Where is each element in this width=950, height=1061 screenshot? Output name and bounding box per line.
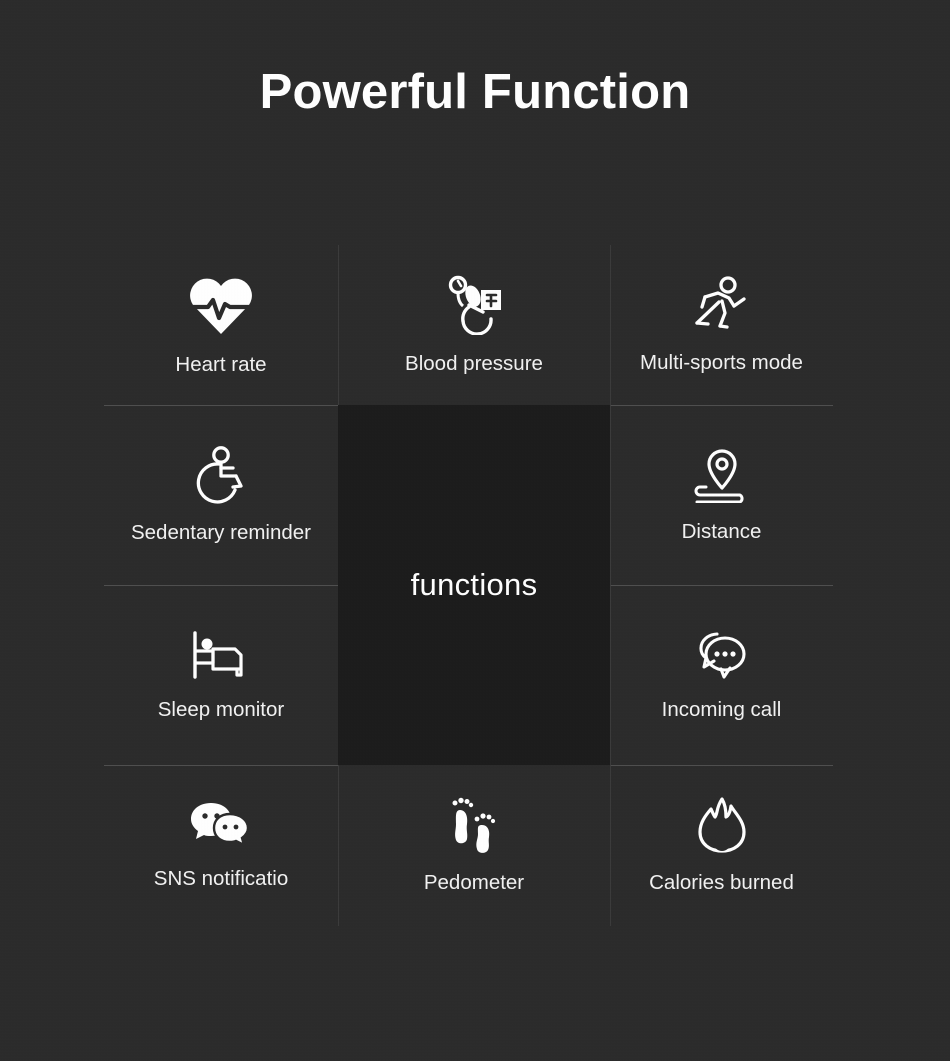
running-person-icon [692, 275, 752, 334]
flame-icon [695, 796, 749, 854]
grid-divider-horizontal [610, 585, 833, 586]
feature-label: Sedentary reminder [130, 520, 312, 544]
feature-cell-sns-notification[interactable]: SNS notificatio [104, 765, 338, 926]
feature-grid: Heart rate Blood pressure Multi-sports m… [104, 245, 833, 926]
feature-label: SNS notificatio [153, 867, 289, 890]
sphygmomanometer-icon [443, 275, 505, 335]
grid-divider-horizontal [610, 405, 833, 406]
grid-divider-vertical [610, 245, 611, 926]
grid-divider-horizontal [104, 405, 338, 406]
chat-bubbles-dots-icon [691, 629, 753, 681]
feature-label: Multi-sports mode [640, 350, 803, 374]
feature-label: Distance [681, 519, 762, 543]
footprints-icon [446, 796, 502, 854]
feature-cell-blood-pressure[interactable]: Blood pressure [338, 245, 610, 405]
center-panel-label: functions [410, 567, 538, 602]
grid-divider-horizontal [104, 765, 338, 766]
page-title: Powerful Function [259, 65, 691, 119]
wechat-bubbles-icon [189, 800, 253, 850]
bed-sleep-icon [189, 629, 253, 681]
feature-cell-heart-rate[interactable]: Heart rate [104, 245, 338, 405]
feature-label: Heart rate [175, 352, 267, 376]
grid-divider-horizontal [104, 585, 338, 586]
feature-cell-multi-sports-mode[interactable]: Multi-sports mode [610, 245, 833, 405]
feature-cell-pedometer[interactable]: Pedometer [338, 765, 610, 926]
feature-cell-sleep-monitor[interactable]: Sleep monitor [104, 585, 338, 765]
map-pin-route-icon [692, 447, 752, 503]
feature-cell-calories-burned[interactable]: Calories burned [610, 765, 833, 926]
feature-cell-distance[interactable]: Distance [610, 405, 833, 585]
feature-label: Calories burned [649, 871, 794, 894]
wheelchair-icon [191, 445, 251, 504]
feature-cell-sedentary-reminder[interactable]: Sedentary reminder [104, 405, 338, 585]
feature-cell-incoming-call[interactable]: Incoming call [610, 585, 833, 765]
heart-pulse-icon [188, 274, 254, 336]
feature-label: Incoming call [661, 697, 782, 721]
center-panel: functions [338, 405, 610, 765]
grid-divider-horizontal [610, 765, 833, 766]
feature-label: Sleep monitor [157, 697, 285, 721]
feature-label: Pedometer [423, 871, 525, 894]
feature-label: Blood pressure [405, 351, 543, 375]
